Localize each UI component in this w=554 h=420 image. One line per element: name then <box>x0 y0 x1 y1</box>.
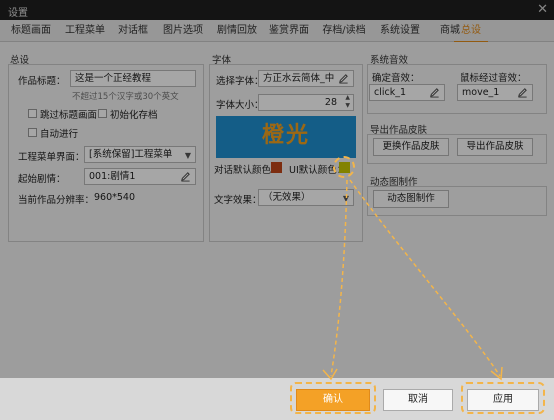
chevron-down-icon: ▼ <box>184 151 191 160</box>
tab-bar: 标题画面 工程菜单 对话框 图片选项 剧情回放 鉴赏界面 存档/读档 系统设置 … <box>0 20 554 43</box>
pencil-icon[interactable] <box>429 86 440 99</box>
text-effect-label: 文字效果： <box>214 195 262 206</box>
tab-dialog[interactable]: 对话框 <box>112 20 154 42</box>
auto-run-label: 自动进行 <box>40 129 79 140</box>
start-story-field[interactable]: 001:剧情1 <box>84 168 196 185</box>
tab-gallery[interactable]: 鉴赏界面 <box>264 20 314 42</box>
confirm-sound-value: click_1 <box>374 87 407 98</box>
project-menu-select[interactable]: [系统保留]工程菜单 ▼ <box>84 146 196 163</box>
confirm-sound-label: 确定音效： <box>372 73 420 84</box>
font-select-label: 选择字体： <box>216 76 264 87</box>
project-menu-value: [系统保留]工程菜单 <box>89 149 173 160</box>
spinner-arrows-icon[interactable]: ▲ ▼ <box>345 95 350 110</box>
start-story-label: 起始剧情： <box>18 174 66 185</box>
confirm-highlight <box>290 382 376 414</box>
tab-story-replay[interactable]: 剧情回放 <box>212 20 262 42</box>
work-title-hint: 不超过15个汉字或30个英文 <box>72 92 179 102</box>
replace-skin-button[interactable]: 更换作品皮肤 <box>373 138 449 156</box>
tab-system-settings[interactable]: 系统设置 <box>374 20 426 42</box>
hover-sound-field[interactable]: move_1 <box>457 84 533 101</box>
apply-highlight <box>461 382 545 414</box>
hover-sound-value: move_1 <box>462 87 500 98</box>
pencil-icon[interactable] <box>517 86 528 99</box>
window-titlebar: 设置 ✕ <box>0 0 554 20</box>
tab-save-load[interactable]: 存档/读档 <box>316 20 372 42</box>
start-story-value: 001:剧情1 <box>89 171 136 182</box>
hover-sound-label: 鼠标经过音效： <box>460 73 527 84</box>
dialog-color-swatch[interactable] <box>271 162 282 173</box>
auto-run-checkbox[interactable] <box>28 128 37 137</box>
anim-make-button[interactable]: 动态图制作 <box>373 190 449 208</box>
font-select-value: 方正水云简体_中 <box>263 73 335 84</box>
tab-project-menu[interactable]: 工程菜单 <box>60 20 110 42</box>
window-title: 设置 <box>8 8 28 19</box>
work-title-label: 作品标题： <box>18 76 66 87</box>
close-icon[interactable]: ✕ <box>537 2 548 17</box>
font-size-value: 28 <box>324 97 337 108</box>
skip-title-label: 跳过标题画面 <box>40 110 98 121</box>
ui-color-highlight <box>333 156 355 178</box>
chevron-down-icon: ▼ <box>342 194 349 203</box>
confirm-sound-field[interactable]: click_1 <box>369 84 445 101</box>
text-effect-select[interactable]: （无效果） ▼ <box>258 189 354 206</box>
pencil-icon[interactable] <box>338 72 349 85</box>
font-select-field[interactable]: 方正水云简体_中 <box>258 70 354 87</box>
text-effect-value: （无效果） <box>263 192 311 203</box>
tab-general[interactable]: 总设 <box>454 20 488 43</box>
resolution-value: 960*540 <box>94 192 136 203</box>
cancel-button[interactable]: 取消 <box>383 389 453 411</box>
tab-title-screen[interactable]: 标题画面 <box>6 20 56 42</box>
skip-title-checkbox[interactable] <box>28 109 37 118</box>
export-skin-button[interactable]: 导出作品皮肤 <box>457 138 533 156</box>
font-size-spinner[interactable]: 28 ▲ ▼ <box>258 94 354 111</box>
resolution-label: 当前作品分辨率： <box>18 195 95 206</box>
font-size-label: 字体大小： <box>216 100 264 111</box>
work-title-input[interactable]: 这是一个正经教程 <box>70 70 196 87</box>
tab-image-options[interactable]: 图片选项 <box>157 20 209 42</box>
font-preview: 橙光 <box>216 116 356 158</box>
init-save-checkbox[interactable] <box>98 109 107 118</box>
init-save-label: 初始化存档 <box>110 110 158 121</box>
project-menu-label: 工程菜单界面： <box>18 152 85 163</box>
settings-content: 总设 作品标题： 这是一个正经教程 不超过15个汉字或30个英文 跳过标题画面 … <box>0 42 554 378</box>
pencil-icon[interactable] <box>180 170 191 183</box>
